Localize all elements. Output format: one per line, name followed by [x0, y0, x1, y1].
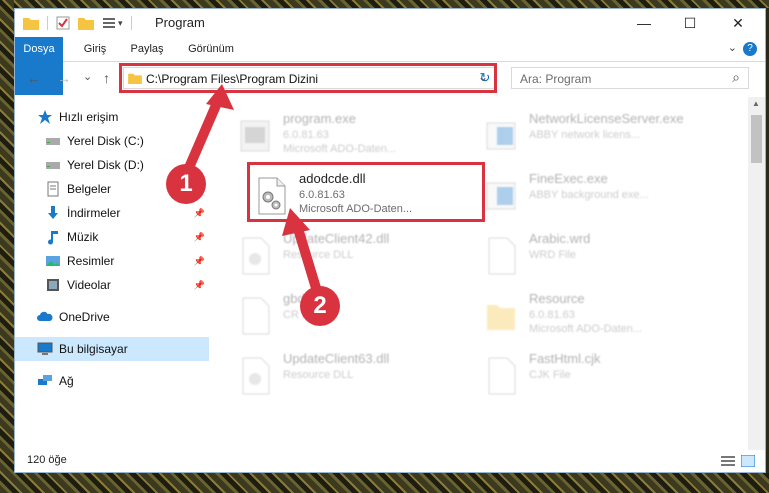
- step-callout-2: 2: [300, 286, 340, 326]
- step-callout-1: 1: [166, 164, 206, 204]
- annotation-arrow-2: [282, 208, 321, 290]
